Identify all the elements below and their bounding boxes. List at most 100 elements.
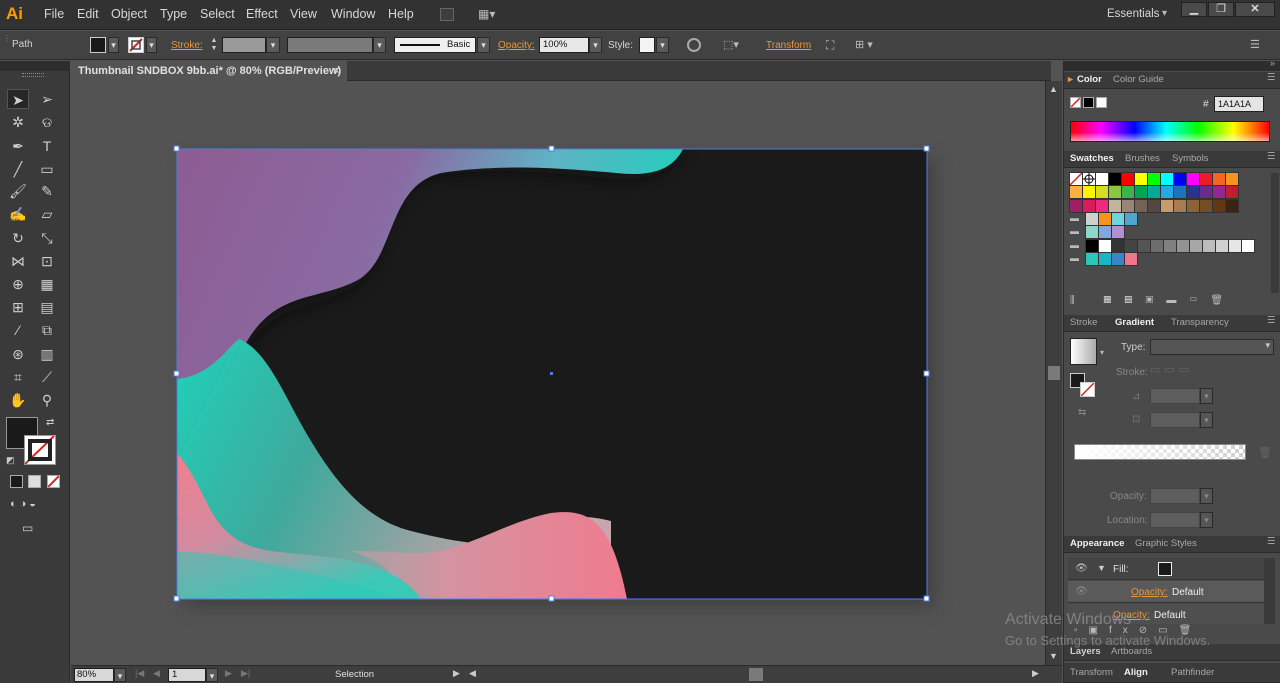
appearance-fill-row[interactable]: 👁 ▼ Fill: [1068, 558, 1264, 580]
panel-menu-icon[interactable]: ☰ [1267, 72, 1276, 83]
swatch[interactable] [1212, 185, 1226, 200]
gradient-thumbnail[interactable] [1070, 338, 1097, 365]
screen-mode-icon[interactable]: ▭ [22, 521, 42, 535]
width-tool-icon[interactable]: ⋈ [7, 251, 29, 271]
free-transform-tool-icon[interactable]: ⊡ [36, 251, 58, 271]
swatch-folder-icon[interactable]: ▬ [1070, 226, 1082, 238]
swatch[interactable] [1147, 198, 1161, 213]
vertical-scrollbar[interactable]: ▲ ▼ [1045, 81, 1062, 665]
column-graph-tool-icon[interactable]: ▥ [36, 344, 58, 364]
swatch[interactable] [1199, 172, 1213, 186]
swatch[interactable] [1212, 198, 1226, 213]
perspective-grid-tool-icon[interactable]: ▦ [36, 274, 58, 294]
swatch[interactable] [1199, 185, 1213, 200]
stroke-swatch[interactable] [128, 37, 144, 53]
swatch[interactable] [1137, 238, 1151, 253]
tab-stroke[interactable]: Stroke [1070, 317, 1097, 328]
menu-window[interactable]: Window [331, 7, 375, 21]
swatches-footer-icons[interactable]: ⫼ ▦▤▣▬▭🗑 [1070, 295, 1276, 309]
swatch[interactable] [1098, 238, 1112, 253]
last-artboard-icon[interactable]: ▶| [241, 668, 250, 679]
expand-triangle-icon[interactable]: ▼ [1097, 563, 1106, 573]
swatch[interactable] [1150, 238, 1164, 253]
swatch[interactable] [1228, 238, 1242, 253]
vertical-scroll-thumb[interactable] [1048, 366, 1060, 380]
gradient-menu-icon[interactable]: ☰ [1267, 315, 1276, 326]
stroke-weight-field[interactable] [222, 37, 266, 53]
paintbrush-tool-icon[interactable]: 🖌 [7, 181, 29, 201]
next-artboard-icon[interactable]: ▶ [225, 668, 232, 679]
slice-tool-icon[interactable]: ⟋ [36, 367, 58, 387]
gradient-slider[interactable] [1074, 444, 1246, 460]
color-mode-icon[interactable] [10, 475, 23, 488]
handle-bottom-left[interactable] [173, 595, 180, 602]
swatch[interactable] [1225, 198, 1239, 213]
menu-type[interactable]: Type [160, 7, 187, 21]
swatch[interactable] [1124, 251, 1138, 266]
rectangle-tool-icon[interactable]: ▭ [36, 159, 58, 179]
artwork[interactable] [71, 81, 1045, 665]
mesh-tool-icon[interactable]: ⊞ [7, 297, 29, 317]
swatch[interactable] [1111, 225, 1125, 240]
opacity-field[interactable]: 100% [539, 37, 589, 53]
tab-transform[interactable]: Transform [1070, 667, 1113, 678]
chevron-down-icon[interactable]: ▾ [1162, 8, 1167, 19]
pencil-tool-icon[interactable]: ✎ [36, 181, 58, 201]
handle-top-right[interactable] [923, 145, 930, 152]
scroll-left-icon[interactable]: ◀ [469, 668, 476, 679]
artboard-dropdown[interactable]: ▾ [206, 668, 218, 682]
swatch[interactable] [1199, 198, 1213, 213]
scroll-down-icon[interactable]: ▼ [1049, 651, 1058, 661]
bridge-icon[interactable] [440, 8, 454, 21]
appearance-opacity-row[interactable]: 👁 Opacity: Default [1068, 581, 1264, 603]
swatch-folder-icon[interactable]: ▬ [1070, 213, 1082, 225]
horizontal-scroll-thumb[interactable] [749, 668, 763, 681]
type-tool-icon[interactable]: T [36, 136, 58, 156]
swatch[interactable] [1085, 211, 1099, 226]
swatch[interactable] [1173, 185, 1187, 200]
handle-top-center[interactable] [548, 145, 555, 152]
previous-artboard-icon[interactable]: ◀ [153, 668, 160, 679]
swatch[interactable] [1121, 198, 1135, 213]
swatch[interactable] [1225, 185, 1239, 200]
swatch[interactable] [1085, 238, 1099, 253]
swatch[interactable] [1124, 238, 1138, 253]
swatch[interactable] [1082, 185, 1096, 200]
gradient-stroke-box[interactable] [1080, 382, 1095, 397]
close-tab-icon[interactable]: × [333, 61, 339, 81]
swatch[interactable] [1121, 172, 1135, 186]
menu-object[interactable]: Object [111, 7, 147, 21]
swatch[interactable] [1069, 198, 1083, 213]
style-dropdown[interactable]: ▾ [656, 37, 669, 53]
swatch[interactable] [1176, 238, 1190, 253]
scale-tool-icon[interactable]: ⤡ [36, 228, 58, 248]
swatch[interactable] [1121, 185, 1135, 200]
stroke-weight-dropdown[interactable]: ▾ [266, 37, 280, 53]
opacity-dropdown[interactable]: ▾ [589, 37, 602, 53]
pen-tool-icon[interactable]: ✒ [7, 136, 29, 156]
zoom-tool-icon[interactable]: ⚲ [36, 390, 58, 410]
appearance-fill-swatch[interactable] [1158, 562, 1172, 576]
selection-tool-icon[interactable]: ➤ [7, 89, 29, 109]
eraser-tool-icon[interactable]: ▱ [36, 204, 58, 224]
gradient-tool-icon[interactable]: ▤ [36, 297, 58, 317]
swatch[interactable] [1160, 198, 1174, 213]
swatch[interactable] [1111, 211, 1125, 226]
stop-opacity-dropdown[interactable]: ▾ [1200, 488, 1213, 504]
default-colors-icon[interactable]: ◩ [6, 455, 18, 467]
swatch[interactable] [1160, 172, 1174, 186]
document-tab[interactable]: Thumbnail SNDBOX 9bb.ai* @ 80% (RGB/Prev… [71, 61, 347, 81]
delete-stop-icon[interactable]: 🗑 [1258, 446, 1272, 459]
appearance-opacity-label[interactable]: Opacity: [1131, 587, 1168, 598]
recolor-artwork-icon[interactable] [687, 38, 701, 52]
panel-menu-icon[interactable]: ☰ [1250, 38, 1266, 52]
lasso-tool-icon[interactable]: ଡ [36, 112, 58, 132]
menu-file[interactable]: File [44, 7, 64, 21]
handle-middle-left[interactable] [173, 370, 180, 377]
stroke-label[interactable]: Stroke: [171, 40, 203, 51]
swatch[interactable] [1111, 251, 1125, 266]
swatch[interactable] [1173, 198, 1187, 213]
drawing-modes-icon[interactable]: ◐◑◒ [10, 498, 62, 512]
hex-color-field[interactable]: 1A1A1A [1214, 96, 1264, 112]
swatch[interactable] [1108, 172, 1122, 186]
